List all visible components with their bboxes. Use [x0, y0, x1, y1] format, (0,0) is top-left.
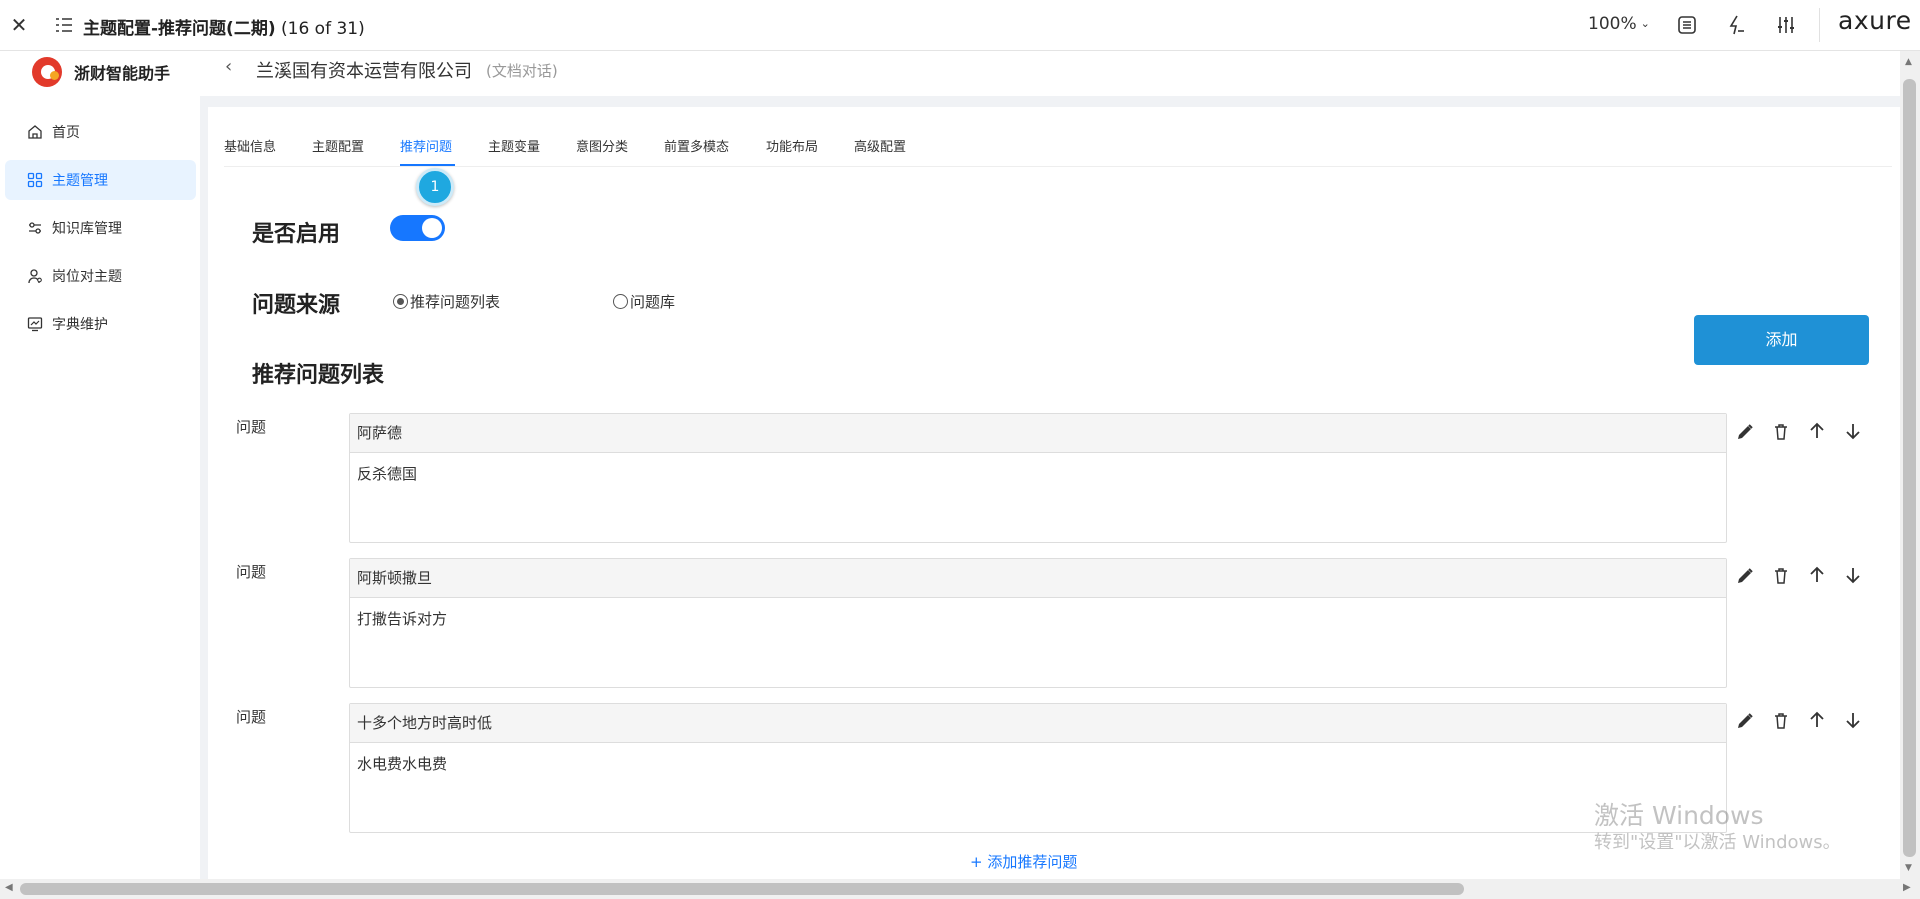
sidebar-item-label: 字典维护: [52, 317, 108, 333]
adjust-icon[interactable]: [1774, 13, 1798, 37]
sidebar-item-label: 首页: [52, 125, 80, 141]
scroll-up-icon[interactable]: ▲: [1905, 57, 1912, 67]
question-answer[interactable]: 打撒告诉对方: [350, 598, 1726, 639]
sliders-icon: [29, 222, 41, 234]
move-up-icon[interactable]: [1806, 709, 1828, 731]
chart-icon: [27, 317, 43, 332]
radio-dot: [613, 294, 628, 309]
scroll-right-icon[interactable]: ▶: [1903, 882, 1911, 893]
scroll-thumb[interactable]: [1903, 79, 1916, 857]
sidebar-item-topic-management[interactable]: 主题管理: [5, 160, 196, 200]
scroll-left-icon[interactable]: ◀: [5, 882, 13, 893]
toggle-knob: [422, 218, 442, 238]
edit-icon[interactable]: [1734, 565, 1756, 587]
vertical-scrollbar[interactable]: ▲ ▼: [1900, 51, 1920, 879]
activation-watermark-title: 激活 Windows: [1594, 801, 1764, 830]
question-card: 十多个地方时高时低 水电费水电费: [349, 703, 1727, 833]
brand-name: 浙财智能助手: [74, 64, 171, 83]
notes-icon[interactable]: [1675, 13, 1699, 37]
radio-recommended-list[interactable]: 推荐问题列表: [393, 291, 500, 312]
tab-recommended-questions[interactable]: 推荐问题: [400, 136, 452, 155]
source-label: 问题来源: [252, 293, 341, 318]
tab-basic-info[interactable]: 基础信息: [224, 136, 276, 155]
user-icon: [28, 269, 42, 284]
horizontal-scrollbar[interactable]: ◀ ▶: [0, 879, 1920, 899]
sidebar-item-knowledge-base[interactable]: 知识库管理: [5, 208, 196, 248]
brand: 浙财智能助手: [32, 57, 170, 87]
annotation-marker[interactable]: 1: [416, 168, 454, 206]
sidebar-item-label: 主题管理: [52, 173, 108, 189]
tab-topic-variables[interactable]: 主题变量: [488, 136, 540, 155]
scroll-thumb[interactable]: [20, 883, 1464, 895]
move-down-icon[interactable]: [1842, 709, 1864, 731]
axure-logo: axure: [1838, 6, 1912, 35]
question-card: 阿斯顿撒旦 打撒告诉对方: [349, 558, 1727, 688]
question-title[interactable]: 阿斯顿撒旦: [350, 559, 1726, 598]
sidebar-item-label: 岗位对主题: [52, 269, 122, 285]
sidebar-item-home[interactable]: 首页: [5, 112, 196, 152]
hotspot-icon[interactable]: [1724, 13, 1748, 37]
enable-label: 是否启用: [252, 222, 341, 247]
brand-logo: [32, 57, 62, 87]
move-up-icon[interactable]: [1806, 420, 1828, 442]
question-answer[interactable]: 水电费水电费: [350, 743, 1726, 784]
company-title: 兰溪国有资本运营有限公司: [256, 61, 472, 82]
radio-label: 问题库: [630, 293, 676, 311]
move-down-icon[interactable]: [1842, 420, 1864, 442]
radio-dot: [393, 294, 408, 309]
question-label: 问题: [236, 563, 267, 581]
tab-advanced[interactable]: 高级配置: [854, 136, 906, 155]
question-label: 问题: [236, 708, 267, 726]
activation-watermark-text: 转到"设置"以激活 Windows。: [1594, 832, 1841, 853]
radio-label: 推荐问题列表: [410, 293, 501, 311]
back-icon[interactable]: ‹: [225, 56, 232, 77]
move-up-icon[interactable]: [1806, 564, 1828, 586]
question-title[interactable]: 十多个地方时高时低: [350, 704, 1726, 743]
divider: [1819, 8, 1820, 42]
add-question-link[interactable]: + 添加推荐问题: [970, 851, 1077, 872]
question-label: 问题: [236, 418, 267, 436]
delete-icon[interactable]: [1770, 565, 1792, 587]
home-icon: [28, 125, 42, 139]
edit-icon[interactable]: [1734, 710, 1756, 732]
question-answer[interactable]: 反杀德国: [350, 453, 1726, 494]
tab-intent-classification[interactable]: 意图分类: [576, 136, 628, 155]
tab-bar: 基础信息 主题配置 推荐问题 主题变量 意图分类 前置多模态 功能布局 高级配置: [224, 124, 1892, 167]
company-subtitle: (文档对话): [486, 62, 558, 80]
tab-topic-config[interactable]: 主题配置: [312, 136, 364, 155]
tab-multimodal[interactable]: 前置多模态: [664, 136, 729, 155]
delete-icon[interactable]: [1770, 421, 1792, 443]
delete-icon[interactable]: [1770, 710, 1792, 732]
page-title: 主题配置-推荐问题(二期) (16 of 31): [83, 19, 365, 39]
radio-question-bank[interactable]: 问题库: [613, 291, 675, 312]
chevron-down-icon: ⌄: [1640, 17, 1650, 30]
sidebar-item-label: 知识库管理: [52, 221, 122, 237]
move-down-icon[interactable]: [1842, 564, 1864, 586]
sidebar-nav: 首页 主题管理 知识库管理 岗位对主题 字典维护: [5, 112, 196, 352]
zoom-value: 100%: [1588, 14, 1637, 34]
tab-layout[interactable]: 功能布局: [766, 136, 818, 155]
add-button[interactable]: 添加: [1694, 315, 1869, 365]
sidebar-item-position-topic[interactable]: 岗位对主题: [5, 256, 196, 296]
enable-toggle[interactable]: [390, 215, 445, 241]
active-tab-indicator: [400, 164, 455, 166]
scroll-down-icon[interactable]: ▼: [1905, 863, 1912, 873]
close-icon[interactable]: ✕: [8, 14, 30, 36]
edit-icon[interactable]: [1734, 421, 1756, 443]
list-title: 推荐问题列表: [252, 363, 385, 388]
grid-icon: [27, 172, 43, 188]
question-card: 阿萨德 反杀德国: [349, 413, 1727, 543]
page-list-icon[interactable]: [54, 16, 74, 34]
zoom-select[interactable]: 100% ⌄: [1588, 14, 1650, 34]
axure-toolbar: ✕ 主题配置-推荐问题(二期) (16 of 31) 100% ⌄ axure: [0, 0, 1920, 51]
question-title[interactable]: 阿萨德: [350, 414, 1726, 453]
sidebar-item-dictionary[interactable]: 字典维护: [5, 304, 196, 344]
